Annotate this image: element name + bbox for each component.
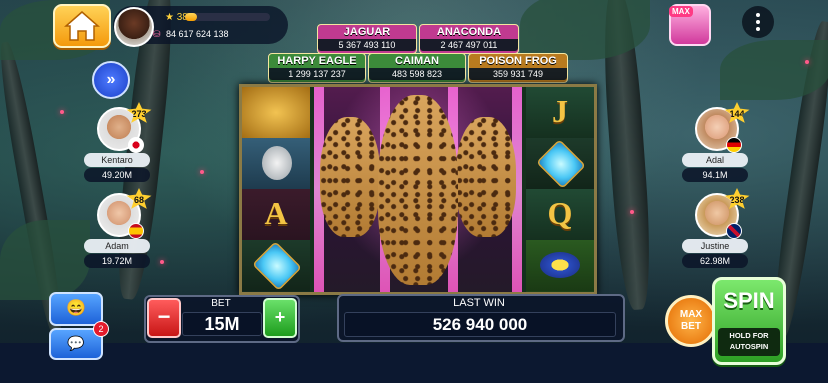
palm-leaf	[720, 40, 828, 100]
golden-idol-icon	[242, 87, 310, 139]
chat-bubble-icon: 💬	[67, 335, 85, 351]
flag-spain-icon	[128, 223, 144, 239]
player-name: Justine	[682, 239, 748, 253]
flag-uk-icon	[726, 223, 742, 239]
last-win-value: 526 940 000	[344, 312, 616, 337]
jaguar-icon	[320, 117, 380, 237]
jackpot-name: ANACONDA	[436, 26, 502, 38]
symbol-letter: Q	[547, 195, 573, 231]
reel-1: A	[242, 87, 310, 292]
autospin-hint-line-1: HOLD FOR	[729, 331, 769, 340]
coins-icon: ⛁	[153, 29, 161, 39]
player-coins: 94.1M	[682, 168, 748, 182]
decrease-bet-button[interactable]: −	[147, 298, 181, 338]
max-bet-label-1: MAX	[679, 309, 703, 320]
fast-forward-button[interactable]: »	[92, 61, 130, 99]
bet-label: BET	[211, 298, 231, 309]
menu-dot-icon	[756, 27, 760, 31]
blue-gem-icon	[242, 240, 310, 292]
bottom-bar	[0, 343, 828, 383]
player-name: Adam	[84, 239, 150, 253]
player-kentaro[interactable]: 273 Kentaro 49.20M	[84, 102, 152, 187]
jackpot-name: POISON FROG	[479, 55, 557, 67]
firefly	[60, 110, 64, 114]
letter-j-icon: J	[526, 87, 594, 139]
jackpot-anaconda: ANACONDA 2 467 497 011	[419, 24, 519, 54]
last-win-label: LAST WIN	[453, 297, 505, 309]
blue-gem-icon	[526, 138, 594, 190]
home-button[interactable]	[53, 4, 111, 48]
autospin-hint-line-2: AUTOSPIN	[729, 342, 769, 351]
reel-5: J Q	[526, 87, 594, 292]
notification-badge: 2	[93, 321, 109, 337]
firefly	[630, 210, 634, 214]
jackpot-name: HARPY EAGLE	[277, 55, 357, 67]
max-bet-label-2: BET	[681, 321, 701, 332]
avatar[interactable]	[114, 7, 154, 47]
firefly	[200, 170, 204, 174]
player-name: Adal	[682, 153, 748, 167]
player-coins: 49.20M	[84, 168, 150, 182]
poison-frog-icon	[526, 240, 594, 292]
smile-emoji-icon: 😄	[66, 300, 86, 317]
max-bet-button[interactable]: MAX BET	[665, 295, 717, 347]
jackpot-caiman: CAIMAN 483 598 823	[368, 53, 466, 83]
jackpot-value: 5 367 493 110	[318, 39, 416, 51]
menu-dot-icon	[756, 20, 760, 24]
player-name: Kentaro	[84, 153, 150, 167]
jackpot-harpy-eagle: HARPY EAGLE 1 299 137 237	[268, 53, 366, 83]
jaguar-icon	[378, 95, 458, 285]
symbol-letter: J	[552, 93, 568, 129]
xp-progress-bar	[185, 13, 270, 21]
jackpot-name: CAIMAN	[395, 55, 439, 67]
bet-value: 15M	[182, 312, 262, 336]
jackpot-poison-frog: POISON FROG 359 931 749	[468, 53, 568, 83]
spin-label: SPIN	[723, 288, 775, 313]
player-justine[interactable]: 238 Justine 62.98M	[682, 188, 750, 273]
player-coins: 62.98M	[682, 254, 748, 268]
letter-a-icon: A	[242, 189, 310, 241]
increase-bet-button[interactable]: +	[263, 298, 297, 338]
player-coins: 19.72M	[84, 254, 150, 268]
xp-progress-fill	[185, 13, 197, 21]
flag-japan-icon	[128, 137, 144, 153]
letter-q-icon: Q	[526, 189, 594, 241]
jackpot-value: 2 467 497 011	[420, 39, 518, 51]
jackpot-jaguar: JAGUAR 5 367 493 110	[317, 24, 417, 54]
jackpot-value: 1 299 137 237	[269, 68, 365, 80]
symbol-letter: A	[264, 195, 288, 231]
player-adam[interactable]: 68 Adam 19.72M	[84, 188, 152, 273]
slot-reels: A J Q	[239, 84, 597, 295]
gem-icon	[252, 241, 302, 291]
harpy-eagle-icon	[242, 138, 310, 190]
double-chevron-icon: »	[106, 71, 116, 88]
player-adal[interactable]: 144 Adal 94.1M	[682, 102, 750, 187]
menu-dot-icon	[756, 13, 760, 17]
max-badge: MAX	[669, 6, 693, 17]
emoji-button[interactable]: 😄	[49, 292, 103, 326]
frog-icon	[540, 252, 580, 278]
jaguar-icon	[456, 117, 516, 237]
coin-balance: 84 617 624 138	[166, 29, 229, 39]
jackpot-value: 483 598 823	[369, 68, 465, 80]
jackpot-name: JAGUAR	[343, 26, 391, 38]
palm-leaf	[0, 220, 90, 300]
flag-germany-icon	[726, 137, 742, 153]
menu-button[interactable]	[742, 6, 774, 38]
firefly	[160, 260, 164, 264]
gem-icon	[536, 139, 586, 189]
star-icon: ★	[165, 12, 174, 23]
jaguar-wild-reels	[314, 87, 522, 292]
eagle-head-icon	[262, 146, 292, 180]
firefly	[805, 60, 809, 64]
home-icon	[64, 11, 100, 41]
autospin-hint: HOLD FOR AUTOSPIN	[718, 328, 780, 356]
jackpot-value: 359 931 749	[469, 68, 567, 80]
